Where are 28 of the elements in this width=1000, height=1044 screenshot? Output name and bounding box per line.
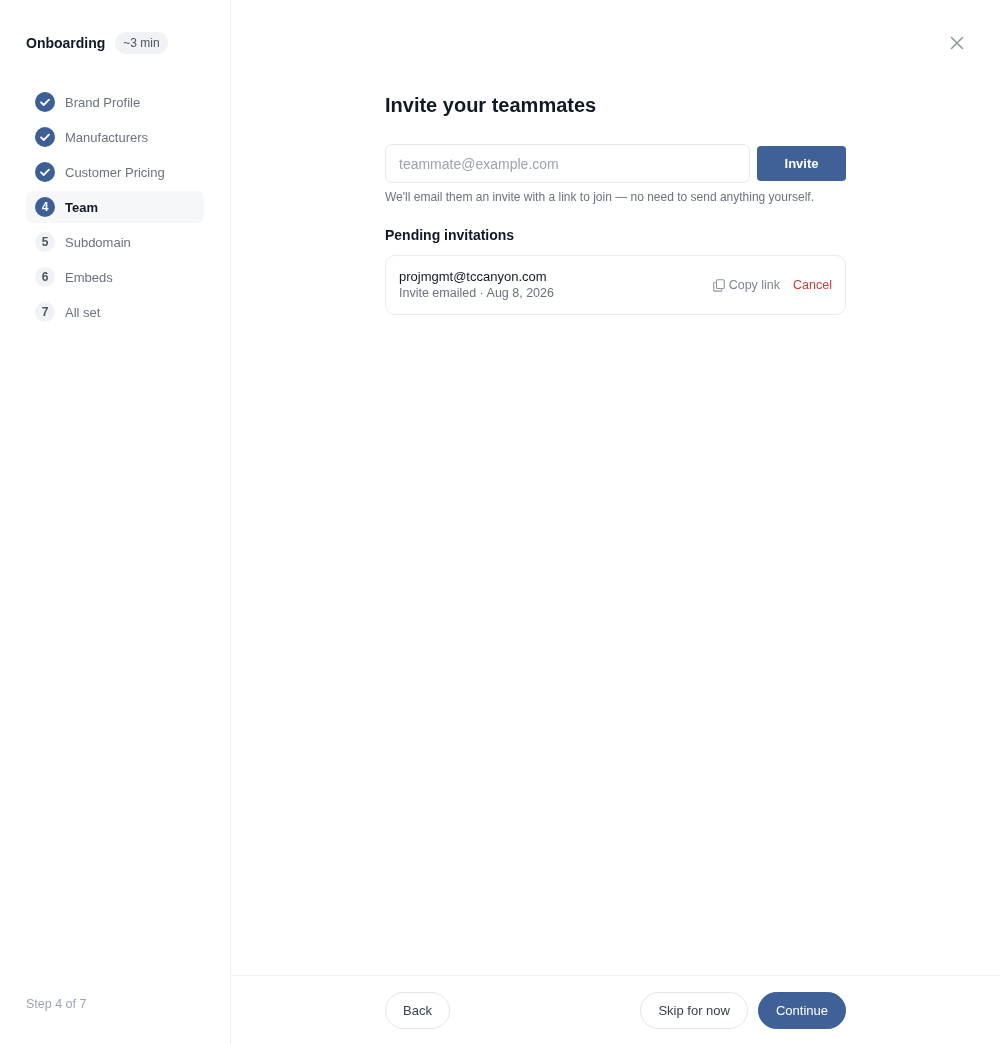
sidebar-title: Onboarding bbox=[26, 35, 106, 51]
back-button[interactable]: Back bbox=[385, 991, 450, 1029]
step-item[interactable]: 6 Embeds bbox=[26, 261, 204, 293]
step-item[interactable]: Manufacturers bbox=[26, 121, 204, 153]
step-number: 5 bbox=[35, 232, 55, 252]
step-number: 6 bbox=[35, 267, 55, 287]
step-item[interactable]: Customer Pricing bbox=[26, 156, 204, 188]
continue-button[interactable]: Continue bbox=[757, 991, 846, 1029]
copy-icon bbox=[712, 278, 725, 292]
section-title: Pending invitations bbox=[385, 226, 516, 245]
invitation-status: Invite emailed · Aug 8, 2026 bbox=[399, 285, 554, 302]
helper-text: We'll email them an invite with a link to join — no need to send anything yourself. bbox=[385, 189, 815, 206]
page-heading: Invite your teammates bbox=[385, 93, 598, 118]
step-progress-text: Step 4 of 7 bbox=[26, 997, 87, 1011]
close-icon bbox=[950, 36, 964, 50]
step-item[interactable]: 4 Team bbox=[26, 191, 204, 223]
step-number: 7 bbox=[35, 302, 55, 322]
invite-button[interactable]: Invite bbox=[757, 146, 846, 181]
step-item[interactable]: 7 All set bbox=[26, 296, 204, 328]
step-item[interactable]: Brand Profile bbox=[26, 86, 204, 118]
email-input[interactable]: teammate@example.com bbox=[385, 144, 750, 183]
step-number: 4 bbox=[35, 197, 55, 217]
duration-badge: ~3 min bbox=[115, 32, 168, 54]
skip-button[interactable]: Skip for now bbox=[640, 991, 748, 1029]
invitee-email: projmgmt@tccanyon.com bbox=[399, 268, 548, 285]
cancel-button[interactable]: Cancel bbox=[793, 278, 832, 292]
copy-link-button[interactable]: Copy link bbox=[712, 278, 781, 292]
step-item[interactable]: 5 Subdomain bbox=[26, 226, 204, 258]
